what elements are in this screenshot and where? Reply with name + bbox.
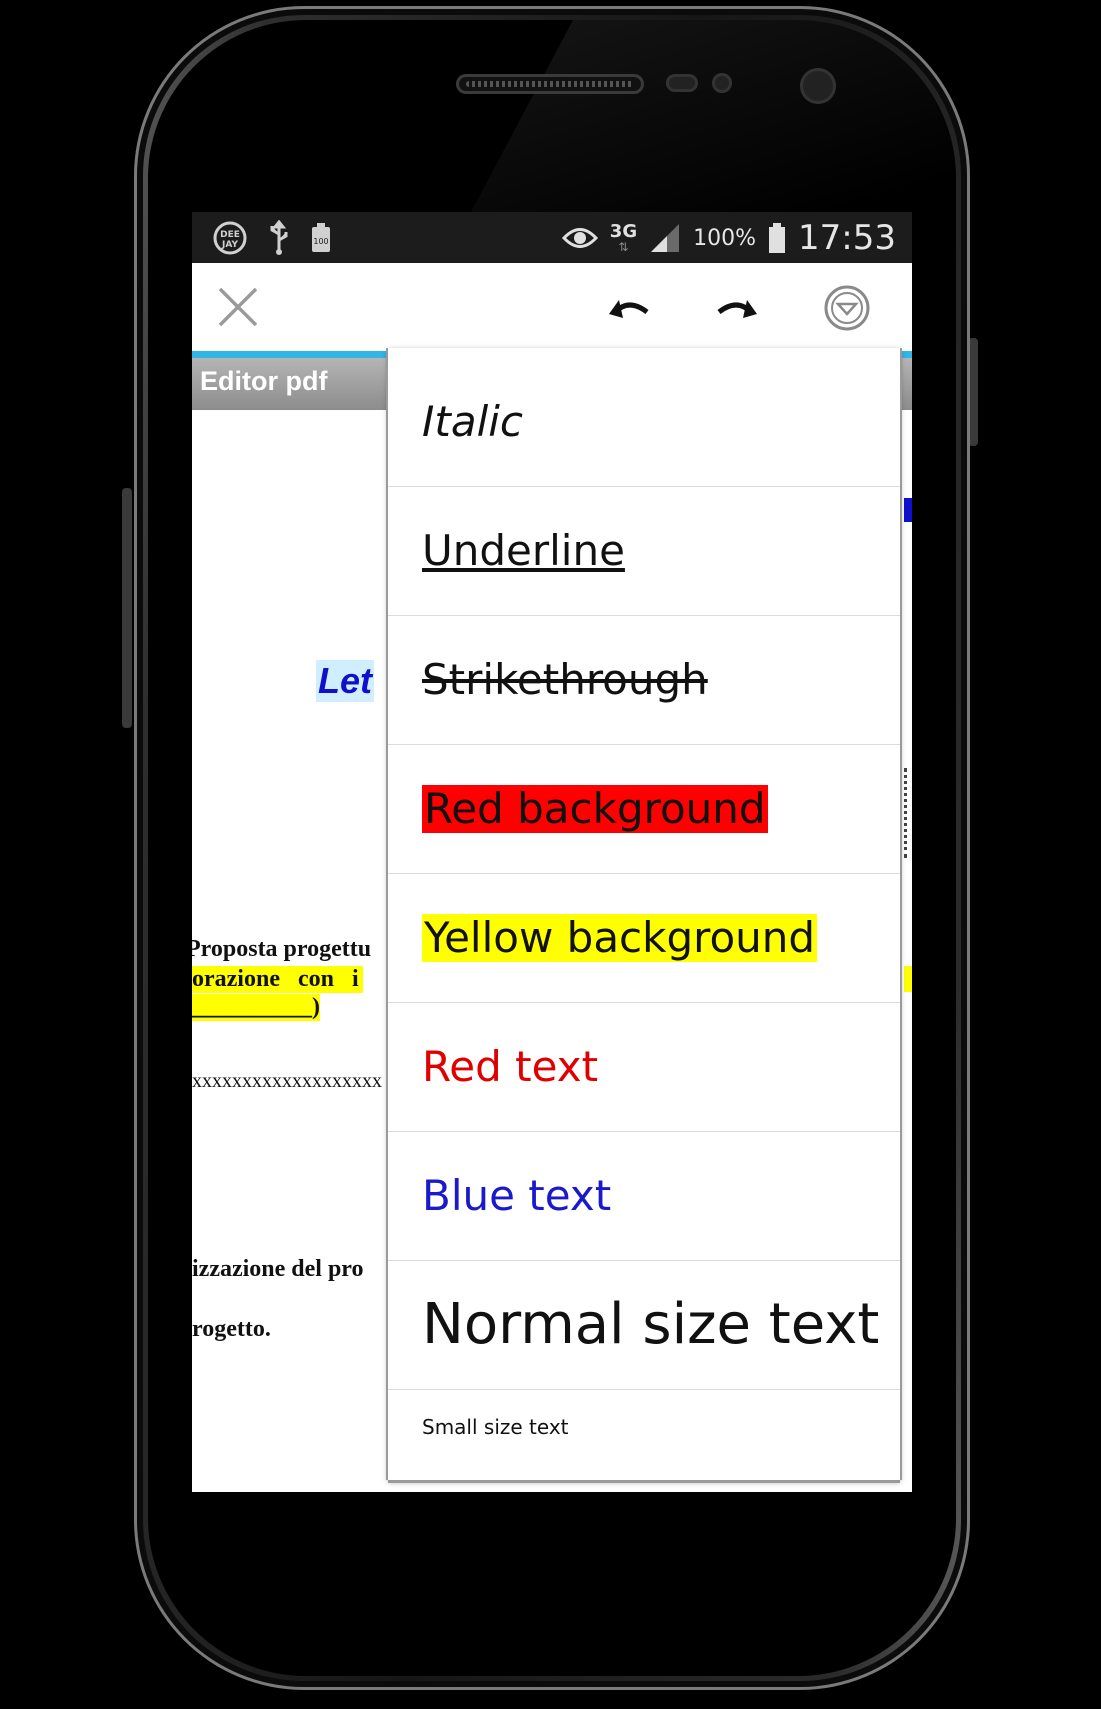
format-menu: Italic Underline Strikethrough Red backg… — [388, 348, 900, 1480]
volume-button — [122, 488, 132, 728]
proximity-sensor — [666, 74, 698, 92]
document-line: xxxxxxxxxxxxxxxxxxx — [192, 1070, 382, 1092]
undo-icon — [609, 300, 649, 318]
network-type: 3G — [609, 221, 638, 242]
screen: DEE JAY 100 3G ⇅ 100% 17:53 Editor pdf L… — [192, 212, 912, 1492]
document-line: orazione con i — [192, 966, 363, 993]
menu-item-italic[interactable]: Italic — [388, 348, 900, 487]
document-fragment — [904, 768, 912, 858]
deejay-icon: DEE JAY — [213, 221, 247, 255]
redo-button[interactable] — [712, 285, 762, 333]
menu-item-label: Blue text — [422, 1170, 612, 1220]
menu-item-normal-size[interactable]: Normal size text — [388, 1261, 900, 1390]
menu-item-label: Normal size text — [422, 1291, 880, 1357]
menu-item-label: Yellow background — [422, 912, 818, 963]
document-fragment — [904, 498, 912, 522]
usb-icon — [270, 220, 288, 255]
document-fragment — [904, 966, 912, 992]
svg-text:100: 100 — [313, 237, 328, 246]
light-sensor — [712, 73, 732, 93]
close-icon — [218, 287, 258, 327]
chevron-down-circle-icon — [824, 285, 870, 331]
menu-item-label: Strikethrough — [422, 654, 708, 704]
menu-item-strikethrough[interactable]: Strikethrough — [388, 616, 900, 745]
menu-item-label: Red text — [422, 1041, 599, 1091]
menu-item-blue-text[interactable]: Blue text — [388, 1132, 900, 1261]
document-line: rogetto. — [192, 1316, 271, 1342]
menu-item-yellow-background[interactable]: Yellow background — [388, 874, 900, 1003]
document-line: __________) — [192, 994, 320, 1021]
battery-percent: 100% — [693, 225, 757, 251]
svg-text:JAY: JAY — [221, 240, 238, 250]
menu-item-small-size[interactable]: Small size text — [388, 1390, 900, 1480]
action-bar — [192, 263, 912, 351]
menu-item-red-background[interactable]: Red background — [388, 745, 900, 874]
menu-item-label: Underline — [422, 525, 625, 575]
menu-item-label: Red background — [422, 783, 768, 834]
close-button[interactable] — [212, 281, 264, 333]
network-indicator: 3G ⇅ — [609, 221, 638, 254]
status-bar: DEE JAY 100 3G ⇅ 100% 17:53 — [192, 212, 912, 263]
battery-icon — [769, 223, 786, 253]
menu-item-label: Small size text — [422, 1415, 569, 1439]
data-arrows-icon: ⇅ — [618, 240, 629, 254]
earpiece-speaker — [456, 74, 644, 94]
clock: 17:53 — [798, 218, 896, 258]
eye-icon — [561, 228, 598, 248]
redo-icon — [717, 300, 757, 318]
menu-item-underline[interactable]: Underline — [388, 487, 900, 616]
document-line: Proposta progettu — [192, 936, 372, 962]
front-camera — [800, 68, 836, 104]
battery-saver-icon: 100 — [312, 223, 330, 252]
menu-item-label: Italic — [422, 396, 524, 446]
document-line: izzazione del pro — [192, 1256, 364, 1282]
document-heading: Let — [316, 660, 374, 702]
menu-item-red-text[interactable]: Red text — [388, 1003, 900, 1132]
svg-text:DEE: DEE — [220, 230, 240, 240]
format-dropdown-button[interactable] — [820, 281, 874, 335]
signal-icon — [651, 224, 680, 252]
undo-button[interactable] — [604, 285, 654, 333]
document-title: Editor pdf — [200, 366, 328, 396]
